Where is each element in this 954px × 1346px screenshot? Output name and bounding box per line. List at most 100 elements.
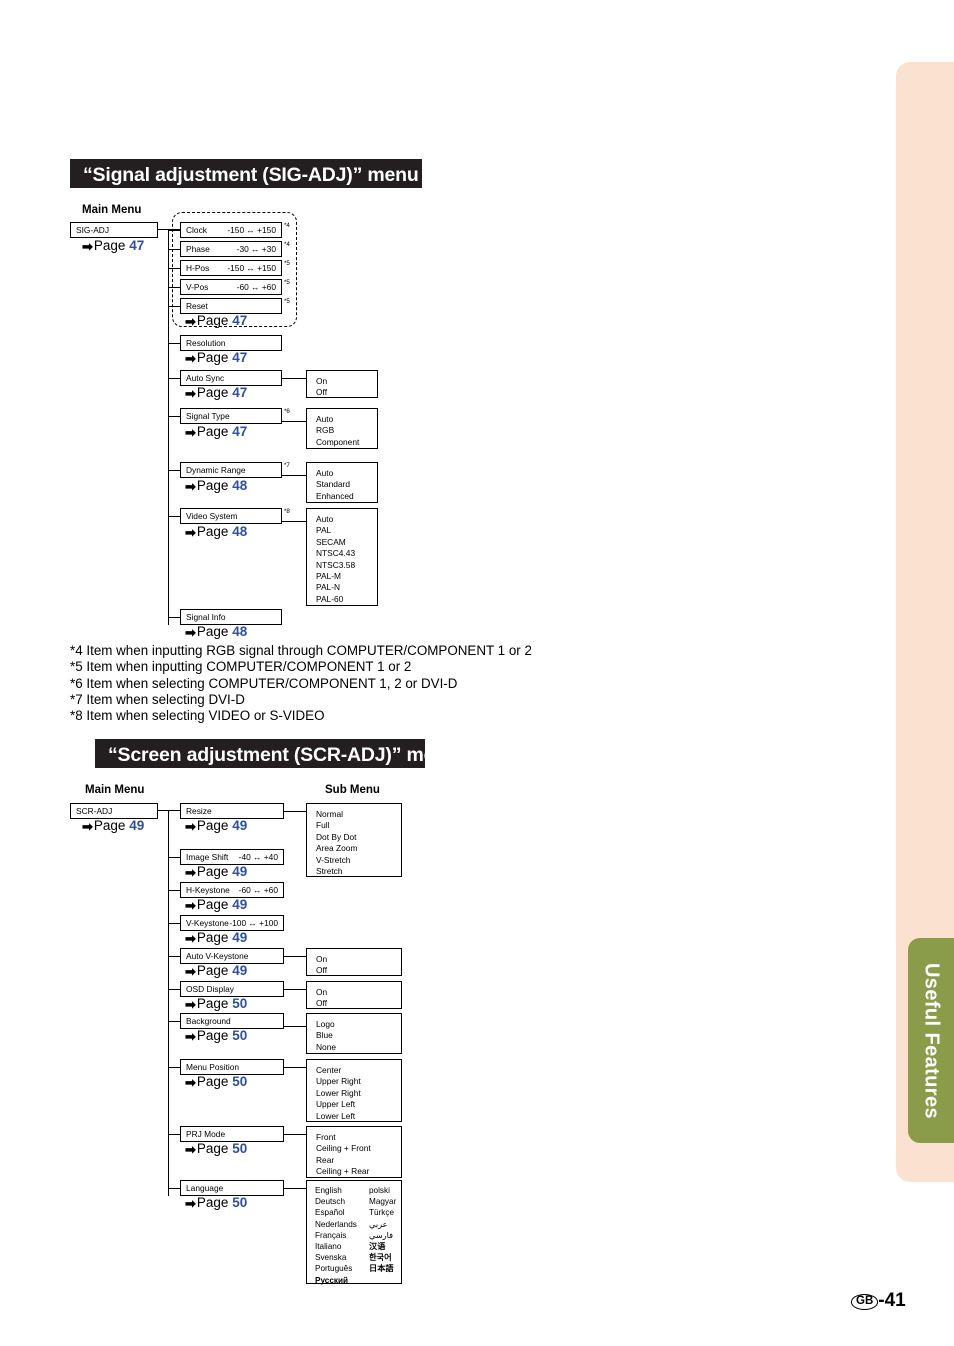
menu-box-dynamic-range[interactable]: Dynamic Range	[180, 462, 282, 478]
menu-box-v-pos[interactable]: V-Pos -60 ↔ +60	[180, 279, 282, 295]
option-item[interactable]: Front	[316, 1132, 401, 1143]
option-item[interactable]: PAL-N	[316, 582, 377, 593]
menu-box-menu-position[interactable]: Menu Position	[180, 1059, 284, 1075]
option-list-menu-position[interactable]: Center Upper Right Lower Right Upper Lef…	[306, 1059, 402, 1122]
option-item[interactable]: Auto	[316, 514, 377, 525]
page-ref-scr-adj-root[interactable]: ➡Page 49	[82, 818, 144, 835]
option-item[interactable]: Standard	[316, 479, 377, 490]
option-list-language[interactable]: English polski Deutsch Magyar Español Tü…	[306, 1180, 402, 1286]
option-item[interactable]: Deutsch	[315, 1196, 369, 1207]
page-ref-v-keystone[interactable]: ➡Page 49	[185, 930, 247, 947]
menu-box-scr-adj-root[interactable]: SCR-ADJ	[70, 803, 158, 819]
menu-box-h-pos[interactable]: H-Pos -150 ↔ +150	[180, 260, 282, 276]
page-ref-language[interactable]: ➡Page 50	[185, 1195, 247, 1212]
option-list-prj-mode[interactable]: Front Ceiling + Front Rear Ceiling + Rea…	[306, 1126, 402, 1178]
option-item[interactable]: Off	[316, 387, 377, 398]
menu-box-clock[interactable]: Clock -150 ↔ +150	[180, 222, 282, 238]
option-item[interactable]: polski	[369, 1185, 390, 1196]
option-item[interactable]: V-Stretch	[316, 855, 401, 866]
page-ref-resolution[interactable]: ➡Page 47	[185, 350, 247, 367]
option-item[interactable]: English	[315, 1185, 369, 1196]
option-item[interactable]: Center	[316, 1065, 401, 1076]
option-list-auto-v-keystone[interactable]: On Off	[306, 948, 402, 976]
option-item[interactable]: Upper Left	[316, 1099, 401, 1110]
option-item[interactable]: Auto	[316, 468, 377, 479]
option-item[interactable]: Rear	[316, 1155, 401, 1166]
page-ref-auto-sync[interactable]: ➡Page 47	[185, 385, 247, 402]
menu-box-resize[interactable]: Resize	[180, 803, 284, 819]
option-item[interactable]: PAL-M	[316, 571, 377, 582]
option-item[interactable]: Area Zoom	[316, 843, 401, 854]
option-list-resize[interactable]: Normal Full Dot By Dot Area Zoom V-Stret…	[306, 803, 402, 877]
option-item[interactable]: Auto	[316, 414, 377, 425]
option-item[interactable]: NTSC3.58	[316, 560, 377, 571]
page-ref-signal-info[interactable]: ➡Page 48	[185, 624, 247, 641]
menu-box-auto-sync[interactable]: Auto Sync	[180, 370, 282, 386]
menu-box-resolution[interactable]: Resolution	[180, 335, 282, 351]
menu-box-prj-mode[interactable]: PRJ Mode	[180, 1126, 284, 1142]
option-list-background[interactable]: Logo Blue None	[306, 1013, 402, 1054]
page-ref-menu-position[interactable]: ➡Page 50	[185, 1074, 247, 1091]
option-item[interactable]: Русский	[315, 1275, 369, 1286]
option-item[interactable]: On	[316, 376, 377, 387]
option-list-dynamic-range[interactable]: Auto Standard Enhanced	[306, 462, 378, 503]
option-item[interactable]: Lower Left	[316, 1111, 401, 1122]
menu-box-video-system[interactable]: Video System	[180, 508, 282, 524]
menu-box-image-shift[interactable]: Image Shift -40 ↔ +40	[180, 849, 284, 865]
page-ref-grouped-sig[interactable]: ➡Page 47	[185, 313, 247, 330]
page-ref-signal-type[interactable]: ➡Page 47	[185, 424, 247, 441]
option-item[interactable]: Off	[316, 998, 401, 1009]
page-ref-sig-adj-root[interactable]: ➡Page 47	[82, 238, 144, 255]
option-item[interactable]: Français	[315, 1230, 369, 1241]
menu-box-auto-v-keystone[interactable]: Auto V-Keystone	[180, 948, 284, 964]
option-item[interactable]: 日本語	[369, 1263, 394, 1274]
option-item[interactable]: Svenska	[315, 1252, 369, 1263]
menu-box-language[interactable]: Language	[180, 1180, 284, 1196]
page-ref-background[interactable]: ➡Page 50	[185, 1028, 247, 1045]
option-item[interactable]: Italiano	[315, 1241, 369, 1252]
option-item[interactable]: NTSC4.43	[316, 548, 377, 559]
option-item[interactable]: Normal	[316, 809, 401, 820]
option-item[interactable]: Lower Right	[316, 1088, 401, 1099]
page-ref-dynamic-range[interactable]: ➡Page 48	[185, 478, 247, 495]
menu-box-background[interactable]: Background	[180, 1013, 284, 1029]
option-item[interactable]: Off	[316, 965, 401, 976]
option-item[interactable]: On	[316, 954, 401, 965]
option-item[interactable]: RGB	[316, 425, 377, 436]
menu-box-osd-display[interactable]: OSD Display	[180, 981, 284, 997]
option-item[interactable]: Full	[316, 820, 401, 831]
option-item[interactable]: Português	[315, 1263, 369, 1274]
menu-box-h-keystone[interactable]: H-Keystone -60 ↔ +60	[180, 882, 284, 898]
option-item[interactable]: Logo	[316, 1019, 401, 1030]
option-item[interactable]: Upper Right	[316, 1076, 401, 1087]
menu-box-sig-adj-root[interactable]: SIG-ADJ	[70, 222, 158, 238]
option-item[interactable]: Enhanced	[316, 491, 377, 502]
option-item[interactable]: Magyar	[369, 1196, 396, 1207]
option-item[interactable]: Dot By Dot	[316, 832, 401, 843]
page-ref-video-system[interactable]: ➡Page 48	[185, 524, 247, 541]
option-item[interactable]: فارسي	[369, 1230, 393, 1241]
page-ref-prj-mode[interactable]: ➡Page 50	[185, 1141, 247, 1158]
option-item[interactable]: Blue	[316, 1030, 401, 1041]
option-item[interactable]: SECAM	[316, 537, 377, 548]
option-item[interactable]: Türkçe	[369, 1207, 394, 1218]
option-item[interactable]: On	[316, 987, 401, 998]
option-item[interactable]: PAL	[316, 525, 377, 536]
menu-box-reset[interactable]: Reset	[180, 298, 282, 314]
option-list-osd-display[interactable]: On Off	[306, 981, 402, 1009]
option-item[interactable]: PAL-60	[316, 594, 377, 605]
option-list-signal-type[interactable]: Auto RGB Component	[306, 408, 378, 449]
page-ref-osd-display[interactable]: ➡Page 50	[185, 996, 247, 1013]
option-list-auto-sync[interactable]: On Off	[306, 370, 378, 398]
page-ref-image-shift[interactable]: ➡Page 49	[185, 864, 247, 881]
menu-box-signal-info[interactable]: Signal Info	[180, 609, 282, 625]
option-item[interactable]: عربي	[369, 1219, 388, 1230]
menu-box-phase[interactable]: Phase -30 ↔ +30	[180, 241, 282, 257]
menu-box-signal-type[interactable]: Signal Type	[180, 408, 282, 424]
option-item[interactable]: Ceiling + Front	[316, 1143, 401, 1154]
option-item[interactable]: 汉语	[369, 1241, 385, 1252]
option-item[interactable]: Component	[316, 437, 377, 448]
page-ref-resize[interactable]: ➡Page 49	[185, 818, 247, 835]
option-item[interactable]: Español	[315, 1207, 369, 1218]
page-ref-auto-v-keystone[interactable]: ➡Page 49	[185, 963, 247, 980]
